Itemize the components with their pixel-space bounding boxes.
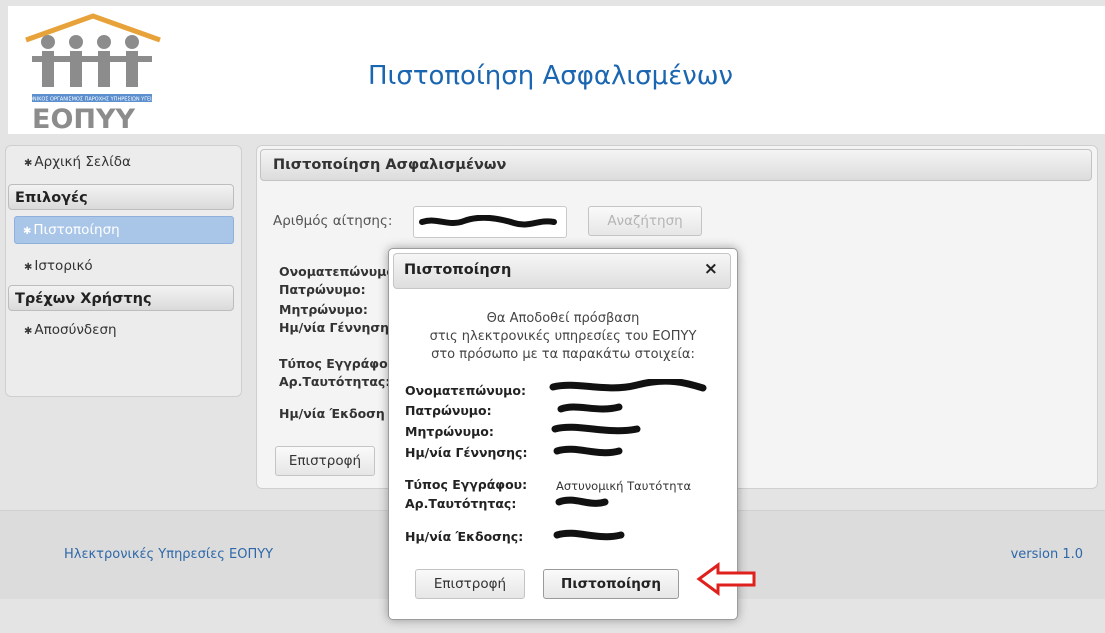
sidebar-item-certification[interactable]: ✱ Πιστοποίηση: [14, 216, 234, 244]
dialog-label-issue-date: Ημ/νία Έκδοσης:: [405, 529, 524, 544]
dialog-label-fullname: Ονοματεπώνυμο:: [405, 383, 526, 398]
request-number-label: Αριθμός αίτησης:: [273, 213, 393, 229]
field-label-fullname: Ονοματεπώνυμο: [279, 264, 395, 279]
sidebar-item-label: Αποσύνδεση: [34, 322, 117, 338]
request-number-input[interactable]: [413, 206, 567, 238]
dialog-back-button[interactable]: Επιστροφή: [415, 569, 525, 599]
sidebar-item-logout[interactable]: ✱ Αποσύνδεση: [24, 322, 117, 338]
sidebar-item-home[interactable]: ✱ Αρχική Σελίδα: [24, 154, 131, 170]
redacted-value: [419, 215, 557, 228]
field-label-mothers-name: Μητρώνυμο:: [279, 302, 368, 317]
sidebar-item-label: Αρχική Σελίδα: [34, 154, 131, 170]
dialog-header: Πιστοποίηση ×: [393, 253, 731, 289]
dialog-label-mothers-name: Μητρώνυμο:: [405, 424, 494, 439]
dialog-message-line2: στις ηλεκτρονικές υπηρεσίες του ΕΟΠΥΥ: [429, 329, 697, 344]
footer-link[interactable]: Ηλεκτρονικές Υπηρεσίες ΕΟΠΥΥ: [64, 547, 273, 562]
arrow-left-icon: [696, 562, 756, 596]
dialog-title: Πιστοποίηση: [404, 262, 512, 278]
field-label-doc-type: Τύπος Εγγράφο: [279, 356, 388, 371]
close-icon[interactable]: ×: [704, 259, 718, 279]
dialog-value-doc-type: Αστυνομική Ταυτότητα: [556, 479, 692, 493]
sidebar: ✱ Αρχική Σελίδα Επιλογές ✱ Πιστοποίηση ✱ Ισ…: [5, 145, 242, 397]
dialog-label-birth-date: Ημ/νία Γέννησης:: [405, 445, 528, 460]
dialog-label-id-number: Αρ.Ταυτότητας:: [405, 496, 517, 511]
version-label: version 1.0: [1010, 547, 1083, 562]
field-label-fathers-name: Πατρώνυμο:: [279, 282, 366, 297]
dialog-label-fathers-name: Πατρώνυμο:: [405, 403, 492, 418]
gear-icon: ✱: [24, 158, 33, 169]
page-title: Πιστοποίηση Ασφαλισμένων: [368, 61, 734, 91]
sidebar-item-history[interactable]: ✱ Ιστορικό: [24, 258, 93, 274]
field-label-id-number: Αρ.Ταυτότητας:: [279, 374, 391, 389]
page: ΕΘΝΙΚΟΣ ΟΡΓΑΝΙΣΜΟΣ ΠΑΡΟΧΗΣ ΥΠΗΡΕΣΙΩΝ ΥΓΕ…: [0, 0, 1105, 633]
gear-icon: ✱: [24, 262, 33, 273]
eopyy-logo: ΕΘΝΙΚΟΣ ΟΡΓΑΝΙΣΜΟΣ ΠΑΡΟΧΗΣ ΥΠΗΡΕΣΙΩΝ ΥΓΕ…: [25, 13, 161, 132]
certification-dialog: Πιστοποίηση × Θα Αποδοθεί πρόσβαση στις …: [388, 248, 738, 620]
logo-text: ΕΟΠΥΥ: [32, 104, 136, 132]
dialog-label-doc-type: Τύπος Εγγράφου:: [405, 477, 528, 492]
certify-button[interactable]: Πιστοποίηση: [543, 569, 679, 599]
back-button[interactable]: Επιστροφή: [275, 446, 375, 476]
header: ΕΘΝΙΚΟΣ ΟΡΓΑΝΙΣΜΟΣ ΠΑΡΟΧΗΣ ΥΠΗΡΕΣΙΩΝ ΥΓΕ…: [8, 6, 1105, 134]
search-button[interactable]: Αναζήτηση: [588, 206, 702, 236]
main-heading: Πιστοποίηση Ασφαλισμένων: [260, 149, 1092, 181]
field-label-birth-date: Ημ/νία Γέννηση: [279, 320, 390, 335]
dialog-message-line3: στο πρόσωπο με τα παρακάτω στοιχεία:: [431, 347, 695, 362]
sidebar-item-label: Ιστορικό: [34, 258, 93, 274]
sidebar-heading-current-user: Τρέχων Χρήστης: [8, 285, 234, 311]
redacted-values: [549, 379, 707, 541]
sidebar-item-label: Πιστοποίηση: [33, 222, 120, 238]
field-label-issue-date: Ημ/νία Έκδοση: [279, 406, 385, 421]
dialog-message-line1: Θα Αποδοθεί πρόσβαση: [486, 311, 640, 326]
gear-icon: ✱: [23, 226, 32, 237]
sidebar-heading-options: Επιλογές: [8, 184, 234, 210]
gear-icon: ✱: [24, 326, 33, 337]
logo-subtext: ΕΘΝΙΚΟΣ ΟΡΓΑΝΙΣΜΟΣ ΠΑΡΟΧΗΣ ΥΠΗΡΕΣΙΩΝ ΥΓΕ…: [26, 97, 158, 103]
